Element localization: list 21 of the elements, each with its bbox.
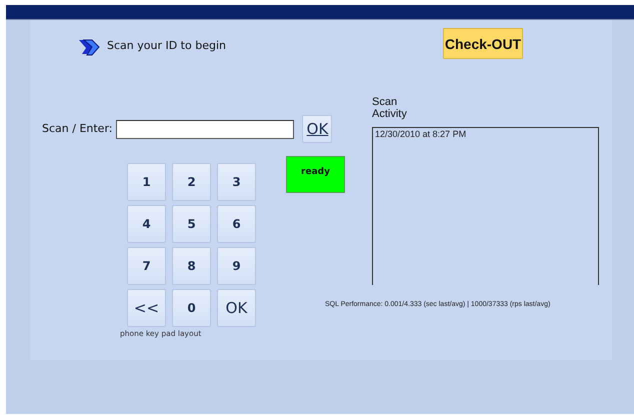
- keypad-key[interactable]: 8: [172, 247, 211, 285]
- keypad-key[interactable]: 9: [217, 247, 256, 285]
- keypad-key[interactable]: 7: [127, 247, 166, 285]
- check-out-button[interactable]: Check-OUT: [443, 28, 523, 59]
- keypad-key[interactable]: 5: [172, 205, 211, 243]
- scan-field[interactable]: [116, 120, 294, 138]
- ok-button[interactable]: OK: [302, 115, 332, 143]
- prompt-text: Scan your ID to begin: [107, 38, 226, 54]
- scan-label: Scan / Enter:: [42, 120, 112, 137]
- status-indicator: ready: [286, 156, 345, 193]
- arrow-icon: [78, 37, 100, 57]
- keypad-key[interactable]: <<: [127, 289, 166, 327]
- keypad-key[interactable]: 6: [217, 205, 256, 243]
- keypad-key[interactable]: OK: [217, 289, 256, 327]
- activity-entry: 12/30/2010 at 8:27 PM: [375, 129, 468, 139]
- keypad-key[interactable]: 2: [172, 163, 211, 201]
- keypad-key[interactable]: 3: [217, 163, 256, 201]
- activity-title: Scan Activity: [372, 96, 408, 120]
- keypad-key[interactable]: 1: [127, 163, 166, 201]
- keypad-key[interactable]: 0: [172, 289, 211, 327]
- keypad-key[interactable]: 4: [127, 205, 166, 243]
